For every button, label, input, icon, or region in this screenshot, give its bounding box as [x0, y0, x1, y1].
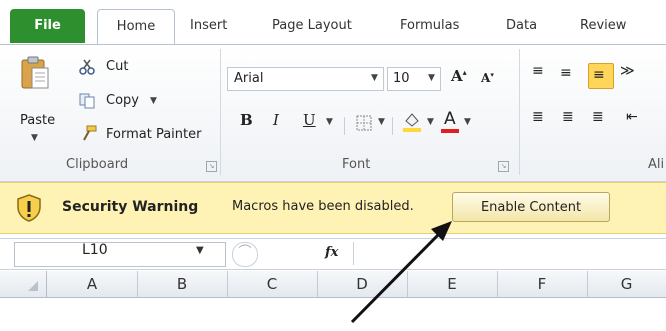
borders-icon[interactable]	[356, 115, 372, 131]
align-bottom-button[interactable]: ≡	[588, 63, 614, 89]
format-painter-button[interactable]: Format Painter	[106, 127, 201, 142]
divider	[392, 117, 393, 135]
column-header-c[interactable]: C	[227, 271, 318, 297]
font-launcher-icon[interactable]: ↘	[498, 161, 509, 172]
name-box-value: L10	[82, 242, 108, 258]
underline-icon[interactable]: U	[303, 111, 316, 129]
column-headers: A B C D E F G	[0, 271, 666, 298]
font-group-label: Font	[342, 157, 371, 172]
column-header-e[interactable]: E	[407, 271, 498, 297]
name-box[interactable]	[14, 242, 226, 267]
tab-formulas[interactable]: Formulas	[400, 9, 459, 43]
ribbon: Paste ▼ Cut Copy ▼ Format Painter Clipbo…	[0, 44, 666, 182]
borders-dropdown-icon[interactable]: ▼	[378, 117, 385, 127]
cut-button[interactable]: Cut	[106, 59, 128, 74]
chevron-down-icon[interactable]: ▼	[428, 73, 435, 83]
column-header-g[interactable]: G	[587, 271, 666, 297]
font-color-dropdown-icon[interactable]: ▼	[464, 117, 471, 127]
underline-dropdown-icon[interactable]: ▼	[326, 117, 333, 127]
security-warning-title: Security Warning	[62, 199, 199, 215]
font-color-icon[interactable]: A	[444, 109, 456, 129]
paste-icon[interactable]	[20, 56, 50, 90]
clipboard-group-label: Clipboard	[66, 157, 129, 172]
tab-data[interactable]: Data	[506, 9, 537, 43]
security-warning-message: Macros have been disabled.	[232, 199, 414, 214]
select-all-icon	[28, 281, 38, 291]
align-top-icon[interactable]: ≡	[532, 63, 544, 79]
fill-color-icon[interactable]	[402, 111, 422, 133]
column-header-d[interactable]: D	[317, 271, 408, 297]
grow-font-icon[interactable]: A▴	[451, 67, 467, 85]
tab-review[interactable]: Review	[580, 9, 626, 43]
align-left-icon[interactable]: ≣	[532, 109, 544, 125]
chevron-down-icon[interactable]: ▼	[371, 73, 378, 83]
tab-file[interactable]: File	[10, 9, 85, 43]
formula-input[interactable]	[353, 242, 666, 265]
column-header-b[interactable]: B	[137, 271, 228, 297]
font-name-combo[interactable]: Arial ▼	[227, 67, 384, 91]
align-right-icon[interactable]: ≣	[592, 109, 604, 125]
font-name-value: Arial	[234, 71, 264, 86]
paste-dropdown-icon[interactable]: ▼	[31, 133, 38, 143]
copy-button[interactable]: Copy	[106, 93, 139, 108]
align-middle-icon[interactable]: ≡	[560, 65, 572, 81]
orientation-icon[interactable]: ≫	[620, 63, 635, 79]
paste-button[interactable]: Paste	[20, 113, 55, 128]
bold-icon[interactable]: B	[240, 111, 253, 129]
ribbon-tabs: File Home Insert Page Layout Formulas Da…	[0, 0, 666, 44]
chevron-down-icon[interactable]: ▼	[196, 245, 204, 256]
insert-function-icon[interactable]: fx	[325, 245, 338, 260]
scissors-icon[interactable]	[79, 59, 95, 75]
fill-color-dropdown-icon[interactable]: ▼	[427, 117, 434, 127]
column-header-f[interactable]: F	[497, 271, 588, 297]
group-divider	[519, 49, 520, 175]
italic-icon[interactable]: I	[273, 111, 279, 129]
column-header-a[interactable]: A	[47, 271, 138, 297]
shield-warning-icon	[17, 194, 41, 222]
format-painter-icon[interactable]	[81, 125, 97, 141]
font-size-value: 10	[393, 71, 410, 86]
align-center-icon[interactable]: ≣	[562, 109, 574, 125]
alignment-group-label: Ali	[648, 157, 665, 172]
copy-dropdown-icon[interactable]: ▼	[150, 96, 157, 106]
formula-bar: L10 ▼ ⌒ fx	[0, 238, 666, 270]
select-all-corner[interactable]	[0, 271, 47, 297]
decrease-indent-icon[interactable]: ⇤	[626, 109, 638, 125]
tab-insert[interactable]: Insert	[190, 9, 227, 43]
group-divider	[220, 49, 221, 175]
align-bottom-icon: ≡	[593, 67, 605, 83]
worksheet-grid[interactable]	[0, 298, 666, 331]
tab-home[interactable]: Home	[97, 9, 175, 44]
shrink-font-icon[interactable]: A▾	[481, 70, 494, 85]
clipboard-launcher-icon[interactable]: ↘	[206, 161, 217, 172]
font-size-combo[interactable]: 10 ▼	[387, 67, 441, 91]
tab-page-layout[interactable]: Page Layout	[272, 9, 352, 43]
security-warning-bar: Security Warning Macros have been disabl…	[0, 182, 666, 234]
copy-icon[interactable]	[79, 93, 95, 109]
enable-content-button[interactable]: Enable Content	[452, 192, 610, 222]
font-color-bar	[441, 129, 459, 133]
formula-bar-resize-handle[interactable]: ⌒	[232, 242, 258, 267]
divider	[344, 117, 345, 135]
fx-label: fx	[325, 245, 339, 260]
